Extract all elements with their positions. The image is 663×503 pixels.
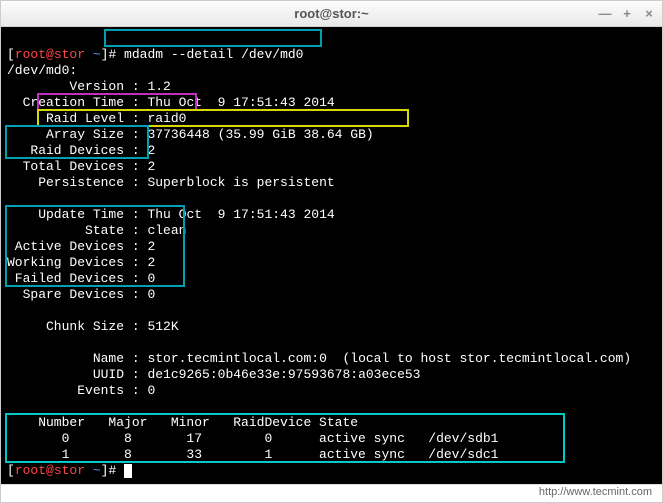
out-fdev-label: Failed Devices : [7,271,147,286]
out-rdev-label: Raid Devices : [7,143,147,158]
out-rdev: 2 [147,143,155,158]
out-tdev: 2 [147,159,155,174]
out-events-label: Events : [7,383,147,398]
out-rlevel-label: Raid Level : [7,111,147,126]
out-utime: Thu Oct 9 17:51:43 2014 [147,207,334,222]
window-title: root@stor:~ [294,6,368,21]
highlight-command [104,29,322,47]
cursor [124,464,132,478]
out-chunk-label: Chunk Size : [7,319,147,334]
out-name: stor.tecmintlocal.com:0 (local to host s… [147,351,631,366]
out-pers: Superblock is persistent [147,175,334,190]
terminal[interactable]: [root@stor ~]# mdadm --detail /dev/md0 /… [1,27,662,484]
footer-url: http://www.tecmint.com [539,486,652,498]
out-name-label: Name : [7,351,147,366]
minimize-icon[interactable]: — [598,7,612,21]
titlebar: root@stor:~ — + × [1,1,662,27]
out-device: /dev/md0: [7,63,77,78]
table-row: 0 8 17 0 active sync /dev/sdb1 [7,431,498,446]
out-sdev: 0 [147,287,155,302]
out-ctime-label: Creation Time : [7,95,147,110]
out-adev-label: Active Devices : [7,239,147,254]
command-text: mdadm --detail /dev/md0 [124,47,303,62]
out-utime-label: Update Time : [7,207,147,222]
prompt-path: ~ [85,463,101,478]
out-version-label: Version : [7,79,147,94]
out-wdev-label: Working Devices : [7,255,147,270]
out-events: 0 [147,383,155,398]
out-adev: 2 [147,239,155,254]
out-rlevel: raid0 [147,111,186,126]
out-pers-label: Persistence : [7,175,147,190]
table-header: Number Major Minor RaidDevice State [7,415,358,430]
out-chunk: 512K [147,319,178,334]
out-asize: 37736448 (35.99 GiB 38.64 GB) [147,127,373,142]
close-icon[interactable]: × [642,7,656,21]
out-uuid: de1c9265:0b46e33e:97593678:a03ece53 [147,367,420,382]
prompt-user: root@stor [15,463,85,478]
out-state: clean [147,223,186,238]
app-window: root@stor:~ — + × [root@stor ~]# mdadm -… [0,0,663,503]
prompt-path: ~ [85,47,101,62]
maximize-icon[interactable]: + [620,7,634,21]
window-controls: — + × [598,7,656,21]
out-version: 1.2 [147,79,170,94]
table-row: 1 8 33 1 active sync /dev/sdc1 [7,447,498,462]
footer: http://www.tecmint.com [1,484,662,502]
out-fdev: 0 [147,271,155,286]
prompt: [root@stor ~]# [7,463,124,478]
out-ctime: Thu Oct 9 17:51:43 2014 [147,95,334,110]
out-uuid-label: UUID : [7,367,147,382]
out-sdev-label: Spare Devices : [7,287,147,302]
out-state-label: State : [7,223,147,238]
out-tdev-label: Total Devices : [7,159,147,174]
out-wdev: 2 [147,255,155,270]
prompt: [root@stor ~]# [7,47,124,62]
out-asize-label: Array Size : [7,127,147,142]
prompt-user: root@stor [15,47,85,62]
